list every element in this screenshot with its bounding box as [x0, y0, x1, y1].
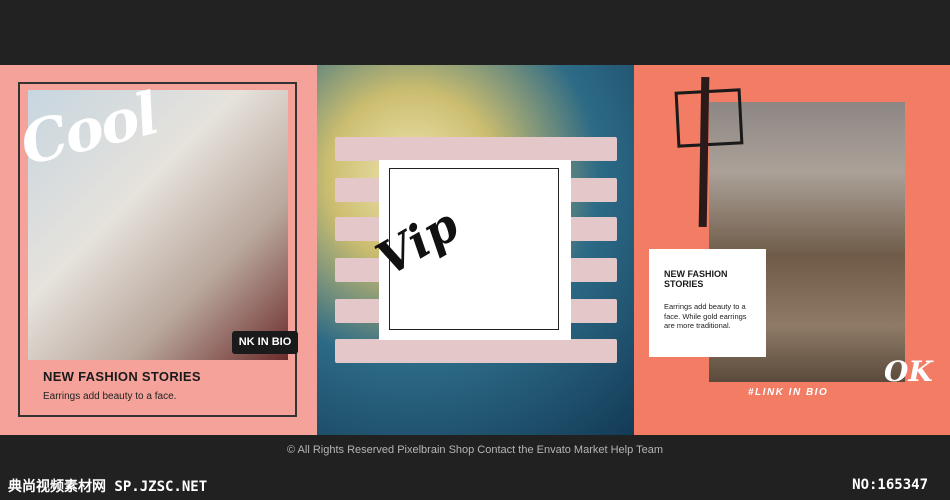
top-bar: [0, 0, 950, 65]
panel-title: NEW FASHION STORIES: [43, 369, 201, 384]
card-description: Earrings add beauty to a face. While gol…: [664, 302, 747, 330]
template-panel-1[interactable]: Cool NK IN BIO NEW FASHION STORIES Earri…: [0, 65, 317, 435]
template-panel-3[interactable]: NEW FASHION STORIES Earrings add beauty …: [634, 65, 950, 435]
card-title: NEW FASHION STORIES: [664, 269, 728, 289]
watermark-site: 典尚视频素材网 SP.JZSC.NET: [8, 479, 208, 495]
stripe: [335, 137, 617, 161]
instagram-templates-preview: Cool NK IN BIO NEW FASHION STORIES Earri…: [0, 65, 950, 435]
copyright-notice: © All Rights Reserved Pixelbrain Shop Co…: [287, 444, 663, 456]
stripe: [335, 339, 617, 363]
watermark-number: NO:165347: [852, 477, 928, 493]
link-in-bio-text[interactable]: #LINK IN BIO: [748, 387, 828, 398]
ok-overlay-text: OK: [884, 355, 933, 388]
template-panel-2[interactable]: Vip: [317, 65, 634, 435]
sketch-square-icon: [674, 88, 744, 148]
panel-description: Earrings add beauty to a face.: [43, 391, 177, 402]
brush-stroke: [698, 76, 710, 228]
link-in-bio-badge[interactable]: NK IN BIO: [232, 331, 298, 354]
